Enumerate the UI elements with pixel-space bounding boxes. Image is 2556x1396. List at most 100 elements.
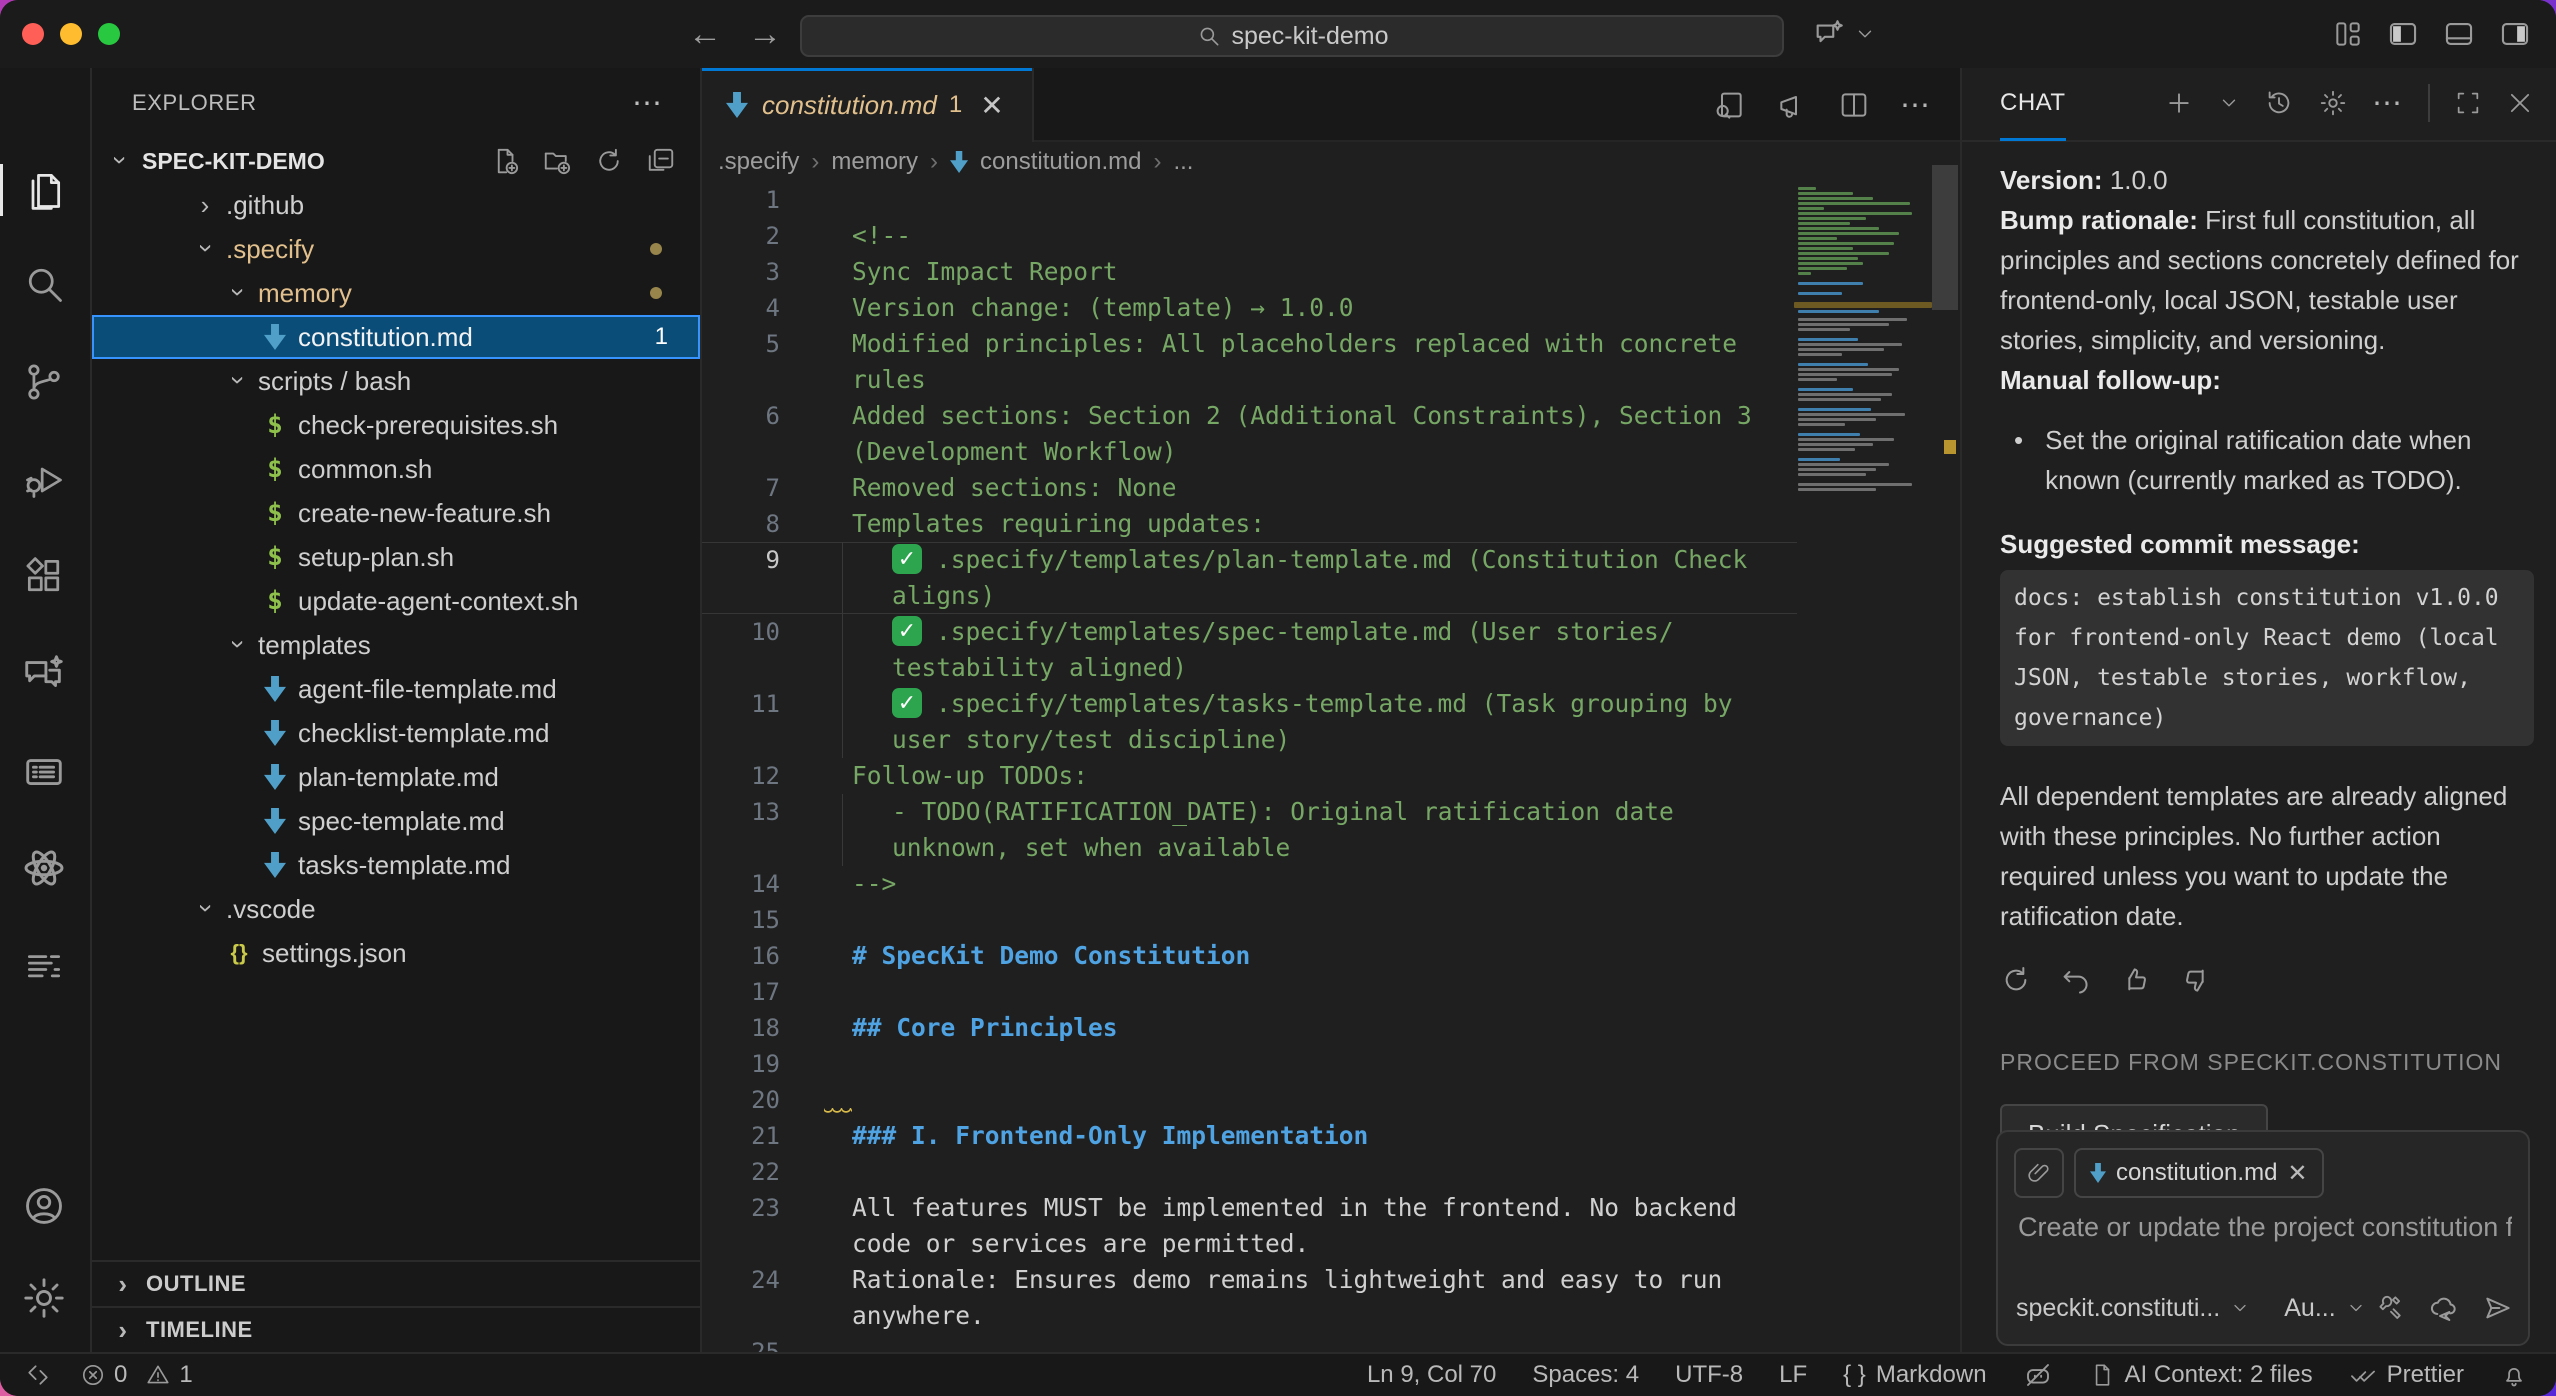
- nav-forward-icon[interactable]: →: [748, 15, 782, 54]
- breadcrumb-item[interactable]: constitution.md: [980, 148, 1141, 176]
- editor-line[interactable]: 7Removed sections: None: [702, 470, 1797, 506]
- language-mode[interactable]: { } Markdown: [1843, 1361, 1986, 1389]
- editor-line[interactable]: (Development Workflow): [702, 434, 1797, 470]
- tree-row[interactable]: spec-template.md: [92, 799, 700, 843]
- editor-line[interactable]: 20: [702, 1082, 1797, 1118]
- copilot-chat-icon[interactable]: [1812, 17, 1846, 51]
- minimap[interactable]: [1798, 187, 1928, 493]
- copilot-chat-icon[interactable]: [0, 642, 88, 706]
- tab-constitution[interactable]: constitution.md 1 ✕: [702, 68, 1034, 142]
- editor-line[interactable]: 15: [702, 902, 1797, 938]
- collapse-all-icon[interactable]: [646, 146, 676, 176]
- toggle-secondary-sidebar-icon[interactable]: [2498, 17, 2532, 51]
- tree-row[interactable]: ›.github: [92, 183, 700, 227]
- megaphone-icon[interactable]: [1776, 89, 1808, 121]
- minimize-window-button[interactable]: [60, 23, 82, 45]
- chat-input-box[interactable]: constitution.md ✕ Create or update the p…: [1996, 1130, 2530, 1346]
- editor-line[interactable]: 16# SpecKit Demo Constitution: [702, 938, 1797, 974]
- timeline-section[interactable]: ›TIMELINE: [92, 1306, 700, 1352]
- editor-line[interactable]: 23All features MUST be implemented in th…: [702, 1190, 1797, 1226]
- remote-icon[interactable]: [24, 1361, 52, 1389]
- thumbs-down-icon[interactable]: [2180, 964, 2212, 996]
- react-icon[interactable]: [0, 836, 88, 900]
- editor-line[interactable]: code or services are permitted.: [702, 1226, 1797, 1262]
- editor-line[interactable]: 18## Core Principles: [702, 1010, 1797, 1046]
- encoding[interactable]: UTF-8: [1675, 1361, 1743, 1389]
- tree-row[interactable]: checklist-template.md: [92, 711, 700, 755]
- tree-row[interactable]: tasks-template.md: [92, 843, 700, 887]
- remove-context-icon[interactable]: ✕: [2287, 1159, 2307, 1188]
- tree-row[interactable]: ›memory: [92, 271, 700, 315]
- tree-root-row[interactable]: › SPEC-KIT-DEMO: [92, 139, 700, 183]
- scrollbar-slider[interactable]: [1932, 165, 1958, 310]
- editor-line[interactable]: 4Version change: (template) → 1.0.0: [702, 290, 1797, 326]
- editor-line[interactable]: 17: [702, 974, 1797, 1010]
- open-preview-icon[interactable]: [1714, 89, 1746, 121]
- command-center-search[interactable]: spec-kit-demo: [800, 15, 1784, 57]
- more-actions-icon[interactable]: ⋯: [1900, 88, 1932, 123]
- tools-icon[interactable]: [2376, 1293, 2406, 1323]
- model-picker[interactable]: Au...: [2284, 1294, 2365, 1323]
- eol[interactable]: LF: [1779, 1361, 1807, 1389]
- cloud-send-icon[interactable]: [2428, 1292, 2460, 1324]
- breadcrumb-item[interactable]: .specify: [718, 148, 799, 176]
- editor-line[interactable]: 19: [702, 1046, 1797, 1082]
- ai-context-status[interactable]: AI Context: 2 files: [2089, 1361, 2313, 1389]
- editor-line[interactable]: 3Sync Impact Report: [702, 254, 1797, 290]
- close-tab-icon[interactable]: ✕: [980, 89, 1003, 122]
- bell-icon[interactable]: [2500, 1361, 2528, 1389]
- extensions-icon[interactable]: [0, 544, 88, 608]
- editor-line[interactable]: 21### I. Frontend-Only Implementation: [702, 1118, 1797, 1154]
- split-editor-icon[interactable]: [1838, 89, 1870, 121]
- editor-line[interactable]: 22: [702, 1154, 1797, 1190]
- account-icon[interactable]: [0, 1174, 88, 1238]
- editor-line[interactable]: 10✓.specify/templates/spec-template.md (…: [702, 614, 1797, 650]
- editor-line[interactable]: unknown, set when available: [702, 830, 1797, 866]
- tree-row[interactable]: constitution.md1: [92, 315, 700, 359]
- editor-line[interactable]: 6Added sections: Section 2 (Additional C…: [702, 398, 1797, 434]
- source-control-icon[interactable]: [0, 350, 88, 414]
- editor-line[interactable]: 13- TODO(RATIFICATION_DATE): Original ra…: [702, 794, 1797, 830]
- history-icon[interactable]: [2264, 88, 2294, 118]
- editor-line[interactable]: 2<!--: [702, 218, 1797, 254]
- editor-line[interactable]: rules: [702, 362, 1797, 398]
- settings-gear-icon[interactable]: [0, 1266, 88, 1330]
- undo-icon[interactable]: [2060, 964, 2092, 996]
- output-list-icon[interactable]: [0, 740, 88, 804]
- tree-row[interactable]: $create-new-feature.sh: [92, 491, 700, 535]
- thumbs-up-icon[interactable]: [2120, 964, 2152, 996]
- nav-back-icon[interactable]: ←: [688, 15, 722, 54]
- editor-line[interactable]: anywhere.: [702, 1298, 1797, 1334]
- copilot-disabled-icon[interactable]: [2023, 1360, 2053, 1390]
- tab-chat[interactable]: CHAT: [2000, 68, 2066, 141]
- tree-row[interactable]: ›.vscode: [92, 887, 700, 931]
- run-debug-icon[interactable]: [0, 448, 88, 512]
- breadcrumb-item[interactable]: memory: [831, 148, 918, 176]
- settings-gear-icon[interactable]: [2318, 88, 2348, 118]
- outline-section[interactable]: ›OUTLINE: [92, 1260, 700, 1306]
- customize-layout-icon[interactable]: [2332, 18, 2364, 50]
- context-chip[interactable]: constitution.md ✕: [2074, 1148, 2324, 1198]
- send-icon[interactable]: [2482, 1292, 2514, 1324]
- tree-row[interactable]: ›.specify: [92, 227, 700, 271]
- tree-row[interactable]: agent-file-template.md: [92, 667, 700, 711]
- editor-line[interactable]: 25: [702, 1334, 1797, 1352]
- editor-line[interactable]: 24Rationale: Ensures demo remains lightw…: [702, 1262, 1797, 1298]
- toggle-primary-sidebar-icon[interactable]: [2386, 17, 2420, 51]
- problems-status[interactable]: 0 1: [80, 1361, 193, 1389]
- editor-line[interactable]: user story/test discipline): [702, 722, 1797, 758]
- attach-context-button[interactable]: [2014, 1148, 2064, 1198]
- editor-line[interactable]: 14-->: [702, 866, 1797, 902]
- cursor-position[interactable]: Ln 9, Col 70: [1367, 1361, 1496, 1389]
- more-actions-icon[interactable]: ⋯: [632, 86, 664, 121]
- close-icon[interactable]: [2506, 89, 2534, 117]
- editor-line[interactable]: aligns): [702, 578, 1797, 614]
- tree-row[interactable]: plan-template.md: [92, 755, 700, 799]
- refresh-icon[interactable]: [594, 146, 624, 176]
- tree-row[interactable]: {}settings.json: [92, 931, 700, 975]
- editor-line[interactable]: 1: [702, 182, 1797, 218]
- chat-input-text[interactable]: Create or update the project constitutio…: [2018, 1212, 2512, 1243]
- new-chat-icon[interactable]: [2164, 88, 2194, 118]
- tree-row[interactable]: $setup-plan.sh: [92, 535, 700, 579]
- new-folder-icon[interactable]: [542, 146, 572, 176]
